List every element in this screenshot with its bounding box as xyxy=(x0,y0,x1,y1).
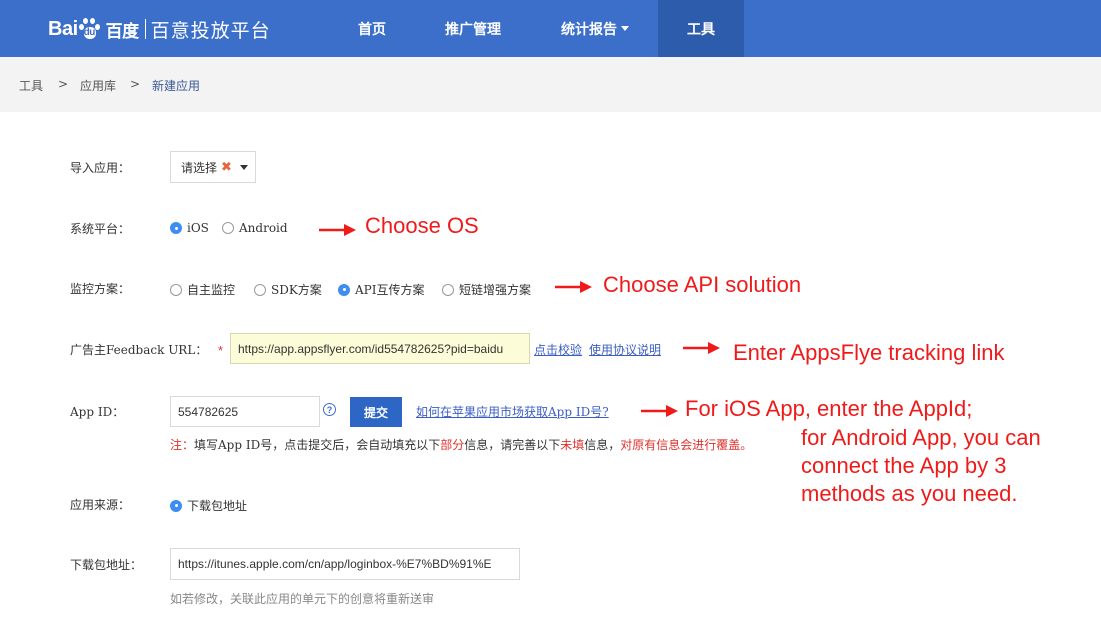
radio-dot xyxy=(442,283,454,296)
radio-dot xyxy=(170,283,182,296)
nav-reports[interactable]: 统计报告 xyxy=(540,0,650,57)
note-red3: 对原有信息会进行覆盖。 xyxy=(620,438,753,452)
app-source-label: 应用来源： xyxy=(70,498,131,512)
note-prefix: 注： xyxy=(170,438,195,452)
baidu-logo: Bai du 百度 xyxy=(48,17,139,42)
nav-tools-label: 工具 xyxy=(687,21,715,38)
feedback-url-input[interactable]: https://app.appsflyer.com/id554782625?pi… xyxy=(230,333,530,364)
radio-dot xyxy=(338,283,350,296)
radio-download-url[interactable]: 下载包地址 xyxy=(170,497,247,514)
app-id-value: 554782625 xyxy=(178,404,239,419)
protocol-link[interactable]: 使用协议说明 xyxy=(589,341,661,358)
radio-android[interactable]: Android xyxy=(222,221,288,235)
annotation-choose-api: Choose API solution xyxy=(603,272,802,297)
annotation-android-line: methods as you need. xyxy=(801,481,1018,506)
nav-home[interactable]: 首页 xyxy=(330,0,414,57)
import-app-label: 导入应用： xyxy=(70,161,131,175)
submit-button[interactable]: 提交 xyxy=(350,397,402,427)
radio-dot xyxy=(222,222,234,234)
top-nav-bar: Bai du 百度 百意投放平台 首页 推广管理 统计报告 工具 xyxy=(0,0,1101,57)
radio-short-link[interactable]: 短链增强方案 xyxy=(442,281,531,298)
import-app-select[interactable]: 请选择 ✖ xyxy=(170,151,256,183)
radio-self-monitor[interactable]: 自主监控 xyxy=(170,281,235,298)
how-to-get-app-id-link[interactable]: 如何在苹果应用市场获取App ID号? xyxy=(416,403,609,420)
chevron-down-icon xyxy=(621,26,629,31)
monitor-label: 监控方案： xyxy=(70,282,131,296)
annotation-arrow-icon xyxy=(641,405,678,417)
radio-sdk[interactable]: SDK方案 xyxy=(254,281,322,298)
annotation-android: for Android App, you can connect the App… xyxy=(801,424,1041,508)
note-part3: 信息， xyxy=(584,438,621,452)
feedback-url-label: 广告主Feedback URL： xyxy=(70,343,208,357)
logo-text-bai: Bai xyxy=(48,17,78,40)
nav-tools[interactable]: 工具 xyxy=(658,0,744,57)
clear-icon[interactable]: ✖ xyxy=(221,160,232,175)
download-url-hint: 如若修改，关联此应用的单元下的创意将重新送审 xyxy=(170,592,435,606)
radio-dot xyxy=(254,283,266,296)
chevron-down-icon xyxy=(240,165,248,170)
annotation-arrow-icon xyxy=(319,224,356,236)
annotation-android-line: connect the App by 3 xyxy=(801,453,1007,478)
download-url-value: https://itunes.apple.com/cn/app/loginbox… xyxy=(178,557,492,571)
help-icon[interactable]: ? xyxy=(323,403,336,416)
breadcrumb-new-app: 新建应用 xyxy=(152,79,201,93)
radio-ios[interactable]: iOS xyxy=(170,221,209,235)
radio-sdk-label: SDK方案 xyxy=(271,283,322,297)
feedback-url-value: https://app.appsflyer.com/id554782625?pi… xyxy=(238,341,504,356)
nav-reports-label: 统计报告 xyxy=(561,21,617,38)
annotation-choose-os: Choose OS xyxy=(365,213,479,238)
annotation-android-line: for Android App, you can xyxy=(801,425,1041,450)
radio-dot xyxy=(170,499,182,512)
radio-self-monitor-label: 自主监控 xyxy=(187,283,236,297)
import-app-value: 请选择 xyxy=(181,160,218,175)
radio-download-url-label: 下载包地址 xyxy=(187,499,248,513)
note-part1: 填写App ID号，点击提交后，会自动填充以下 xyxy=(194,438,441,452)
platform-label: 系统平台： xyxy=(70,222,131,236)
brand[interactable]: Bai du 百度 百意投放平台 xyxy=(48,10,271,48)
annotation-arrow-icon xyxy=(683,342,720,354)
radio-dot xyxy=(170,222,182,234)
nav-promotion-label: 推广管理 xyxy=(445,21,501,38)
breadcrumb-separator: > xyxy=(130,77,141,91)
logo-text-cn: 百度 xyxy=(105,21,140,41)
radio-ios-label: iOS xyxy=(187,221,209,235)
product-name: 百意投放平台 xyxy=(150,19,271,42)
download-url-input[interactable]: https://itunes.apple.com/cn/app/loginbox… xyxy=(170,548,520,580)
note-part2: 信息，请完善以下 xyxy=(464,438,561,452)
app-id-input[interactable]: 554782625 xyxy=(170,396,320,427)
app-id-note: 注：填写App ID号，点击提交后，会自动填充以下部分信息，请完善以下未填信息，… xyxy=(170,436,752,453)
radio-api[interactable]: API互传方案 xyxy=(338,281,424,298)
nav-home-label: 首页 xyxy=(358,21,386,38)
nav-promotion[interactable]: 推广管理 xyxy=(420,0,526,57)
radio-api-label: API互传方案 xyxy=(355,283,425,297)
brand-divider xyxy=(144,19,146,39)
note-red1: 部分 xyxy=(440,438,465,452)
app-id-label: App ID： xyxy=(70,405,125,419)
radio-short-link-label: 短链增强方案 xyxy=(459,283,532,297)
breadcrumb-separator: > xyxy=(58,77,69,91)
annotation-arrow-icon xyxy=(555,281,592,293)
annotation-ios: For iOS App, enter the AppId; xyxy=(685,396,973,421)
note-red2: 未填 xyxy=(560,438,585,452)
breadcrumb-tools[interactable]: 工具 xyxy=(19,77,43,94)
required-marker: * xyxy=(218,343,224,358)
verify-link[interactable]: 点击校验 xyxy=(534,341,582,358)
breadcrumb-app-library[interactable]: 应用库 xyxy=(80,77,116,94)
download-url-label: 下载包地址： xyxy=(70,558,143,572)
radio-android-label: Android xyxy=(239,221,288,235)
annotation-enter-link: Enter AppsFlye tracking link xyxy=(733,340,1005,365)
